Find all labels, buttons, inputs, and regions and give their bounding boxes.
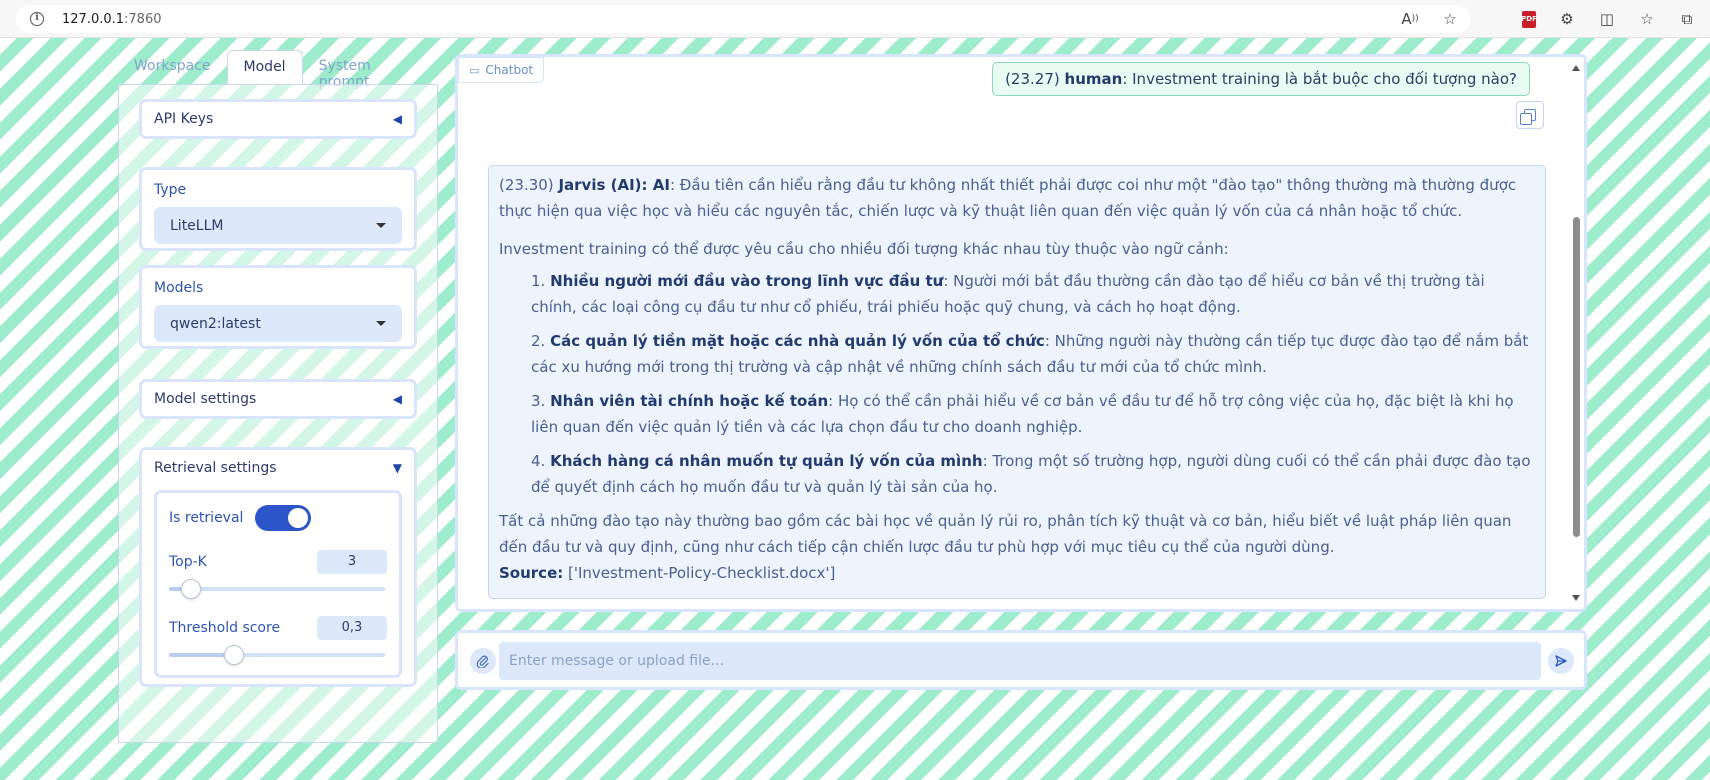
tab-workspace[interactable]: Workspace [118,50,227,84]
threshold-slider[interactable] [169,645,385,665]
top-k-input[interactable]: 3 [317,550,387,574]
message-input[interactable] [499,642,1541,680]
models-select[interactable]: qwen2:latest [154,305,402,342]
paperclip-icon [476,655,489,668]
read-aloud-icon[interactable]: A)) [1401,10,1419,28]
threshold-input[interactable]: 0,3 [317,616,387,640]
chatbot-label: ▭ Chatbot [458,57,545,83]
pdf-extension-icon[interactable]: PDF [1521,10,1537,28]
app-page: Workspace Model System prompt API Keys ◀… [0,38,1710,780]
collections-icon[interactable]: ⧉ [1678,10,1696,28]
retrieval-settings-body: Is retrieval Top-K 3 Threshold score 0,3 [154,490,402,678]
threshold-label: Threshold score [169,620,281,636]
copy-icon [1520,109,1536,125]
expand-arrow-icon[interactable]: ▼ [393,461,402,475]
top-k-slider-thumb[interactable] [181,579,201,599]
chatbot-label-text: Chatbot [485,63,534,77]
is-retrieval-toggle[interactable] [255,505,312,531]
type-select[interactable]: LiteLLM [154,207,402,244]
favorites-icon[interactable]: ☆ [1638,10,1656,28]
ai-lead: Investment training có thể được yêu cầu … [499,240,1229,258]
chevron-down-icon [376,321,386,326]
models-select-value: qwen2:latest [170,315,261,332]
list-item: 2. Các quản lý tiền mặt hoặc các nhà quả… [531,332,1529,376]
scroll-thumb[interactable] [1573,217,1580,537]
type-label: Type [154,182,187,198]
api-keys-label: API Keys [154,111,214,127]
ai-speaker: Jarvis (AI) [558,176,642,194]
message-composer [455,630,1587,690]
ai-list: 1. Nhiều người mới đầu vào trong lĩnh vự… [499,268,1535,500]
send-button[interactable] [1548,648,1574,674]
ai-message: (23.30) Jarvis (AI): AI: Đầu tiên cần hi… [488,165,1546,599]
tab-model[interactable]: Model [226,50,303,84]
toggle-knob [288,508,309,528]
human-message-text: : Investment training là bắt buộc cho đố… [1122,70,1517,88]
chevron-down-icon [376,223,386,228]
attach-file-button[interactable] [470,648,496,674]
api-keys-accordion[interactable]: API Keys ◀ [139,99,417,139]
model-settings-accordion[interactable]: Model settings ◀ [139,379,417,419]
list-item: 3. Nhân viên tài chính hoặc kế toán: Họ … [531,392,1514,436]
retrieval-settings-header[interactable]: Retrieval settings ▼ [142,450,414,486]
scroll-up-arrow-icon[interactable] [1572,65,1580,71]
copy-button[interactable] [1516,101,1544,129]
site-info-icon[interactable]: i [30,12,44,26]
collapse-arrow-icon[interactable]: ◀ [393,392,402,406]
retrieval-settings-accordion: Retrieval settings ▼ Is retrieval Top-K … [139,447,417,687]
send-icon [1555,655,1567,667]
split-screen-icon[interactable]: ◫ [1598,10,1616,28]
ai-source: Source: ['Investment-Policy-Checklist.do… [499,564,836,582]
address-bar[interactable]: i 127.0.0.1:7860 A)) ☆ [16,5,1471,33]
model-tab-content: API Keys ◀ Type LiteLLM Models qwen2:lat… [118,84,438,743]
retrieval-settings-label: Retrieval settings [154,460,277,476]
models-label: Models [154,280,204,296]
scroll-down-arrow-icon[interactable] [1572,595,1580,601]
list-item: 1. Nhiều người mới đầu vào trong lĩnh vự… [531,272,1485,316]
list-item: 4. Khách hàng cá nhân muốn tự quản lý vố… [531,452,1531,496]
type-select-value: LiteLLM [170,217,224,234]
human-message-time: (23.27) [1005,70,1060,88]
chat-scrollbar[interactable] [1570,57,1582,609]
extensions-icon[interactable]: ⚙ [1558,10,1576,28]
browser-toolbar: i 127.0.0.1:7860 A)) ☆ PDF ⚙ ◫ ☆ ⧉ [0,0,1710,38]
collapse-arrow-icon[interactable]: ◀ [393,112,402,126]
settings-tabs: Workspace Model System prompt [118,50,438,90]
type-card: Type LiteLLM [139,167,417,251]
top-k-slider[interactable] [169,579,385,599]
human-speaker: human [1064,70,1123,88]
ai-message-time: (23.30) [499,176,554,194]
threshold-slider-thumb[interactable] [224,645,244,665]
tab-system-prompt[interactable]: System prompt [303,50,438,90]
favorite-star-icon[interactable]: ☆ [1441,10,1459,28]
url-text[interactable]: 127.0.0.1:7860 [62,12,162,27]
ai-summary: Tất cả những đào tạo này thường bao gồm … [499,512,1512,556]
model-settings-label: Model settings [154,391,257,407]
chatbot-panel: ▭ Chatbot (23.27) human: Investment trai… [455,54,1587,612]
models-card: Models qwen2:latest [139,265,417,349]
is-retrieval-label: Is retrieval [169,510,244,526]
top-k-label: Top-K [169,554,207,570]
human-message: (23.27) human: Investment training là bắ… [992,62,1530,96]
ai-speaker-suffix: : AI [641,176,670,194]
settings-panel: Workspace Model System prompt API Keys ◀… [118,50,438,743]
chat-bubble-icon: ▭ [469,63,480,77]
